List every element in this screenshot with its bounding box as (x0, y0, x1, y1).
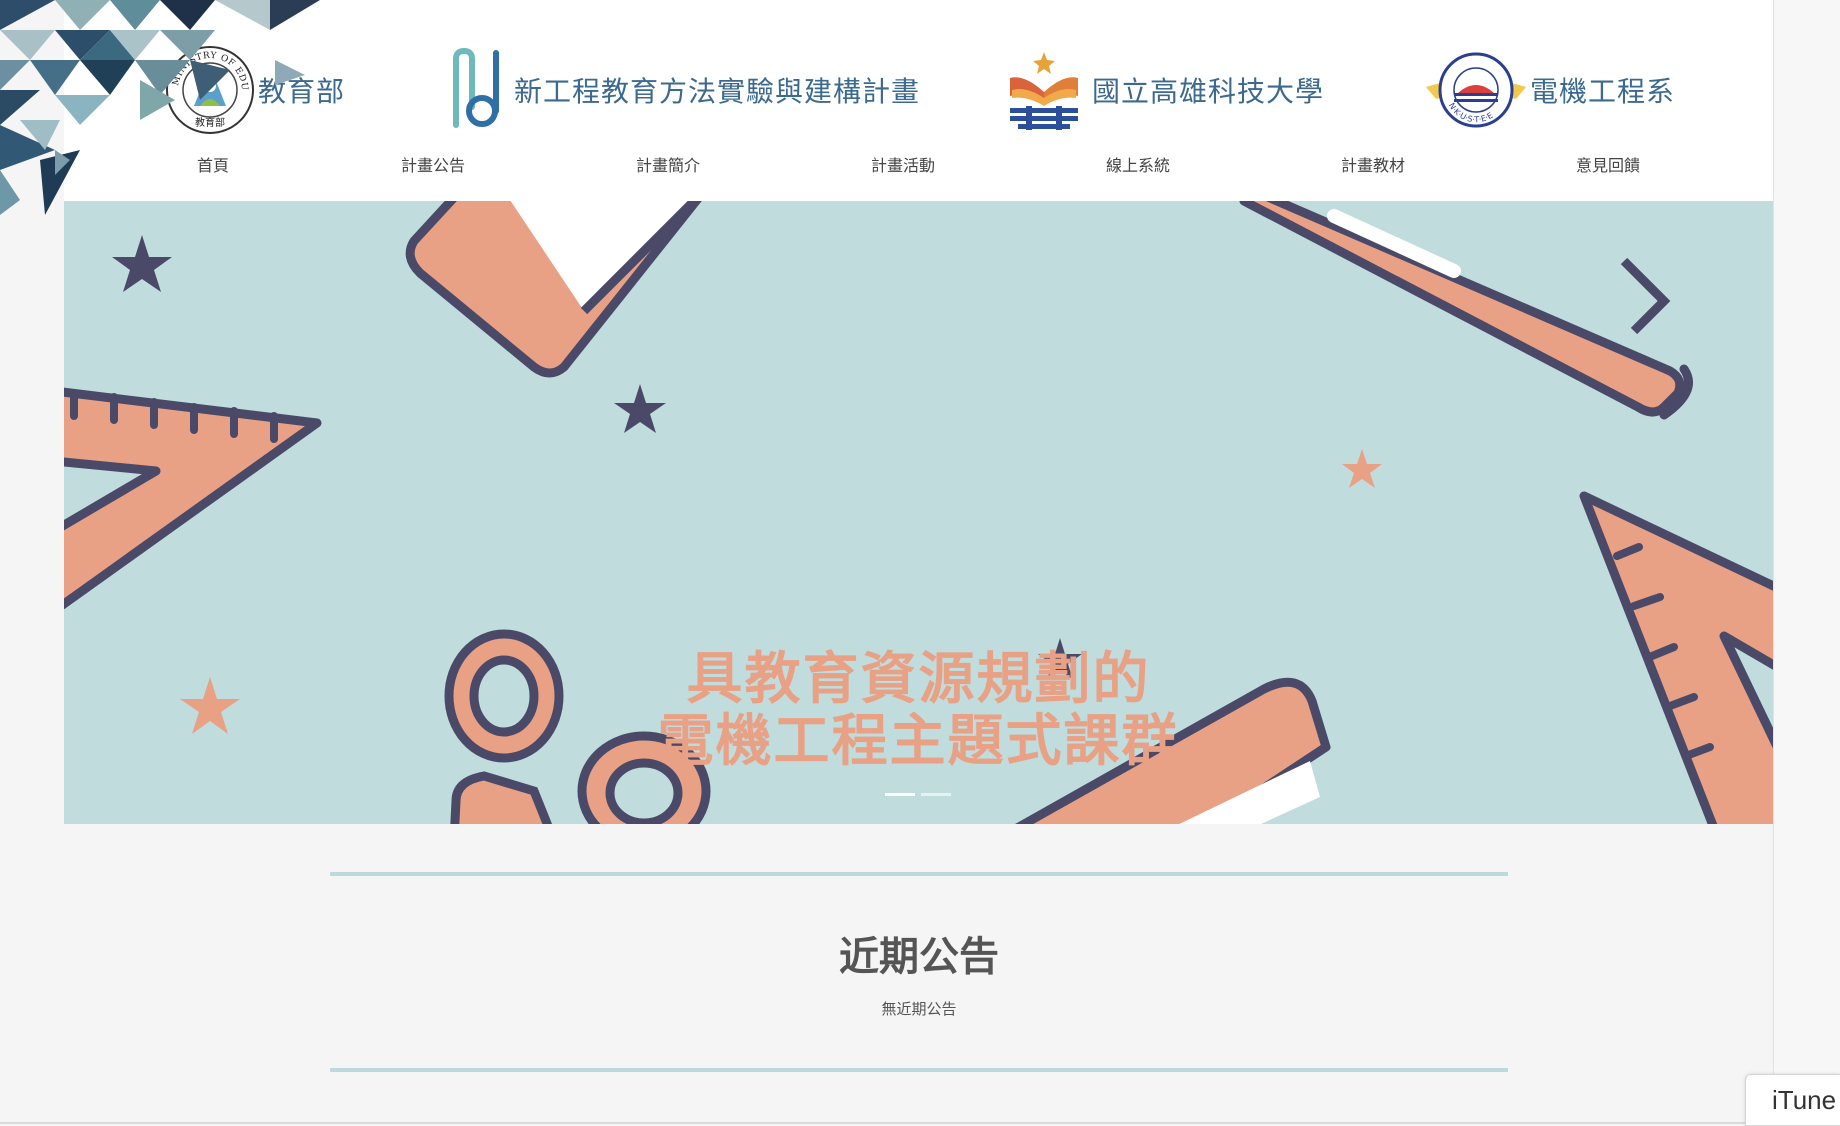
star-shape (1342, 449, 1382, 488)
carousel-dot-2[interactable] (921, 793, 951, 796)
nav-item-feedback[interactable]: 意見回饋 (1576, 148, 1640, 184)
banner-headline: 具教育資源規劃的 電機工程主題式課群 (64, 649, 1773, 773)
nav-item-introduction[interactable]: 計畫簡介 (636, 148, 700, 184)
page-scrollbar-track[interactable] (1773, 0, 1840, 1126)
window-bottom-edge (0, 1122, 1745, 1124)
announcements-empty-message: 無近期公告 (881, 1000, 957, 1018)
triangle-pattern-decoration (0, 0, 320, 215)
department-logo-link[interactable]: N·K·U·S·T·E·E 電機工程系 (1424, 40, 1675, 140)
project-logo-icon (453, 47, 499, 128)
set-square-top-shape (405, 201, 702, 378)
ee-seal-icon: N·K·U·S·T·E·E (1426, 52, 1526, 128)
project-logo-label: 新工程教育方法實驗與建構計畫 (514, 75, 921, 108)
university-logo-link[interactable]: 國立高雄科技大學 (1004, 40, 1324, 140)
hero-carousel[interactable]: 具教育資源規劃的 電機工程主題式課群 (64, 201, 1773, 824)
marker-top-right-shape (1239, 201, 1693, 420)
section-top-divider (330, 872, 1508, 876)
itunes-floating-tab[interactable]: iTune (1745, 1074, 1840, 1126)
triangle-ruler-left-shape (64, 387, 322, 610)
banner-headline-line1: 具教育資源規劃的 (686, 647, 1151, 712)
banner-headline-line2: 電機工程主題式課群 (657, 709, 1180, 774)
nav-item-materials[interactable]: 計畫教材 (1341, 148, 1405, 184)
nav-item-online-system[interactable]: 線上系統 (1106, 148, 1170, 184)
project-logo-link[interactable]: 新工程教育方法實驗與建構計畫 (444, 40, 920, 140)
star-shape (614, 384, 666, 433)
nkust-book-icon (1010, 52, 1078, 130)
announcements-title: 近期公告 (839, 934, 999, 980)
section-bottom-divider (330, 1068, 1508, 1072)
nav-item-activities[interactable]: 計畫活動 (871, 148, 935, 184)
department-logo-label: 電機工程系 (1530, 75, 1676, 108)
star-shape (112, 235, 172, 292)
university-logo-label: 國立高雄科技大學 (1092, 75, 1325, 108)
nav-item-announcements[interactable]: 計畫公告 (401, 148, 465, 184)
carousel-indicators (885, 793, 951, 796)
carousel-dot-1[interactable] (885, 793, 915, 796)
page: MINISTRY OF EDUCATION 教育部 教育部 新工程教育方法實驗與… (0, 0, 1840, 1126)
